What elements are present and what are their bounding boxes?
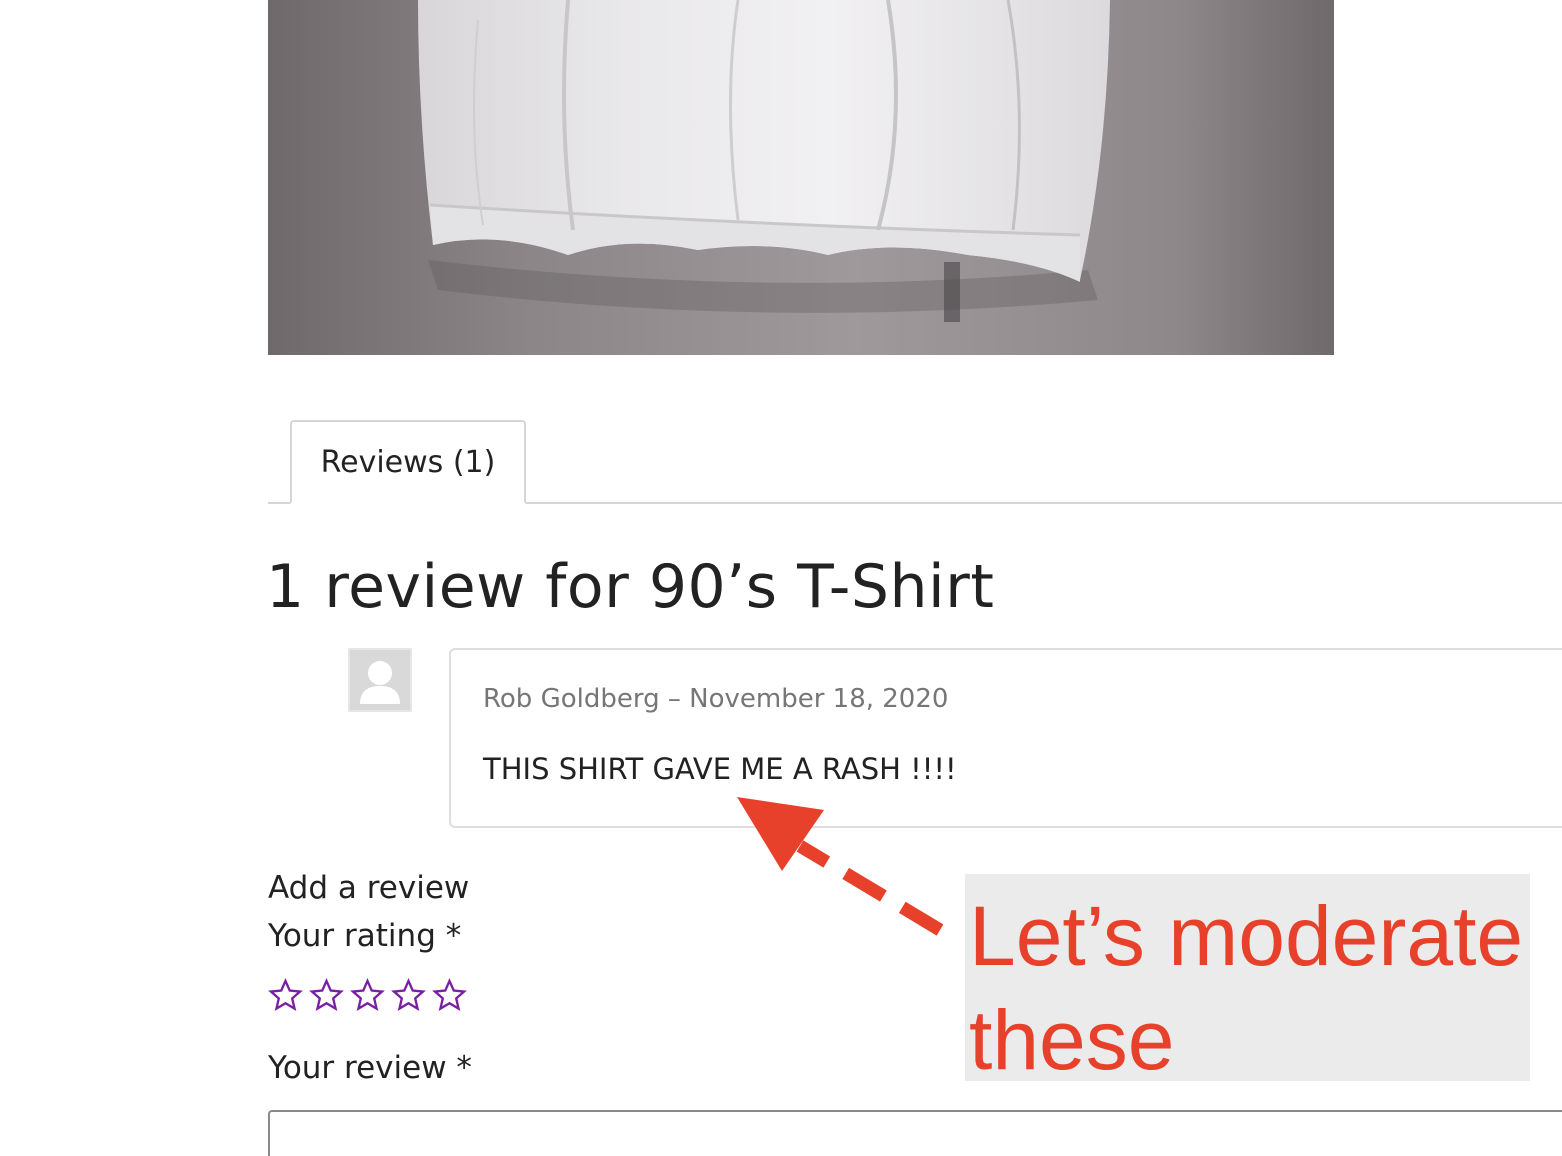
rating-label: Your rating * [268,918,462,954]
review-card: Rob Goldberg – November 18, 2020 THIS SH… [449,648,1562,828]
reviews-heading: 1 review for 90’s T-Shirt [266,552,995,622]
review-meta: Rob Goldberg – November 18, 2020 [483,684,948,714]
annotation-line1: Let’s moderate [969,889,1524,983]
rating-stars [268,978,467,1014]
star-outline-icon[interactable] [432,978,467,1013]
product-page: Reviews (1) 1 review for 90’s T-Shirt Ro… [0,0,1562,1156]
annotation-callout: Let’s moderate these [965,874,1530,1081]
star-outline-icon[interactable] [309,978,344,1013]
product-image [268,0,1334,355]
review-label: Your review * [268,1050,472,1086]
star-outline-icon[interactable] [391,978,426,1013]
review-separator: – [667,684,681,714]
review-textarea[interactable] [268,1110,1562,1156]
review-author: Rob Goldberg [483,684,660,714]
user-silhouette-icon [350,650,410,710]
review-text: THIS SHIRT GAVE ME A RASH !!!! [483,752,957,786]
tab-reviews[interactable]: Reviews (1) [290,420,526,504]
star-outline-icon[interactable] [350,978,385,1013]
review-date: November 18, 2020 [689,684,949,714]
avatar [348,648,412,712]
add-review-title: Add a review [268,870,470,906]
tshirt-photo [268,0,1334,355]
annotation-line2: these [969,993,1175,1081]
arrow-dashed-line [796,840,944,936]
star-outline-icon[interactable] [268,978,303,1013]
